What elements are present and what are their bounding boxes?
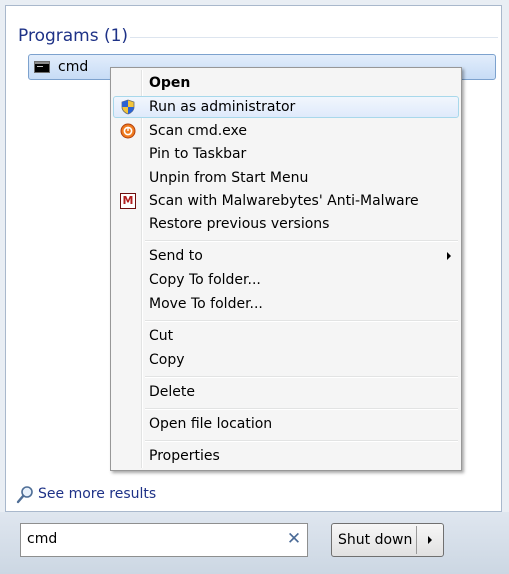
menu-item-scan-with-malwarebytes[interactable]: Scan with Malwarebytes' Anti-Malware	[113, 190, 459, 212]
menu-separator	[145, 408, 458, 410]
shut-down-button[interactable]: Shut down	[331, 523, 444, 557]
section-divider	[130, 37, 498, 38]
chevron-right-icon[interactable]	[417, 524, 443, 556]
menu-item-label: Open file location	[149, 416, 273, 432]
search-input[interactable]: cmd ✕	[20, 523, 308, 557]
menu-separator	[145, 440, 458, 442]
menu-item-open-file-location[interactable]: Open file location	[113, 413, 459, 435]
menu-separator	[145, 320, 458, 322]
menu-item-copy-to-folder[interactable]: Copy To folder...	[113, 269, 459, 291]
menu-item-send-to[interactable]: Send to	[113, 245, 459, 267]
menu-item-label: Restore previous versions	[149, 216, 330, 232]
menu-item-label: Delete	[149, 384, 195, 400]
uac-shield-icon	[121, 99, 135, 115]
menu-separator	[145, 240, 458, 242]
menu-item-label: Move To folder...	[149, 296, 263, 312]
command-prompt-icon	[34, 61, 50, 73]
menu-item-delete[interactable]: Delete	[113, 381, 459, 403]
menu-item-label: Properties	[149, 448, 220, 464]
menu-item-label: Copy To folder...	[149, 272, 261, 288]
menu-item-move-to-folder[interactable]: Move To folder...	[113, 293, 459, 315]
menu-item-unpin-from-start-menu[interactable]: Unpin from Start Menu	[113, 167, 459, 189]
menu-item-restore-previous-versions[interactable]: Restore previous versions	[113, 213, 459, 235]
menu-separator	[145, 376, 458, 378]
menu-item-label: Open	[149, 75, 191, 91]
programs-section-header: Programs (1)	[18, 26, 498, 48]
submenu-arrow-icon	[447, 252, 451, 260]
menu-item-label: Scan cmd.exe	[149, 123, 247, 139]
menu-item-open[interactable]: Open	[113, 72, 459, 94]
menu-item-properties[interactable]: Properties	[113, 445, 459, 467]
context-menu: Open Run as administrator Scan cmd.exe P…	[110, 67, 462, 471]
menu-item-label: Pin to Taskbar	[149, 146, 247, 162]
menu-item-label: Cut	[149, 328, 174, 344]
clear-x-icon[interactable]: ✕	[285, 528, 303, 550]
menu-item-label: Scan with Malwarebytes' Anti-Malware	[149, 193, 419, 209]
menu-item-copy[interactable]: Copy	[113, 349, 459, 371]
shut-down-label: Shut down	[338, 532, 413, 548]
antivirus-scan-icon	[120, 123, 136, 139]
menu-item-label: Send to	[149, 248, 203, 264]
magnifier-icon	[16, 486, 33, 504]
malwarebytes-icon	[120, 193, 136, 209]
menu-item-label: Run as administrator	[149, 99, 296, 115]
menu-item-cut[interactable]: Cut	[113, 325, 459, 347]
menu-item-label: Unpin from Start Menu	[149, 170, 309, 186]
see-more-results-label: See more results	[38, 486, 157, 502]
menu-item-run-as-administrator[interactable]: Run as administrator	[113, 96, 459, 118]
section-title: Programs (1)	[18, 26, 129, 46]
menu-item-scan-cmd[interactable]: Scan cmd.exe	[113, 120, 459, 142]
search-input-value: cmd	[27, 531, 58, 547]
result-item-label: cmd	[58, 59, 89, 75]
menu-item-label: Copy	[149, 352, 185, 368]
menu-item-pin-to-taskbar[interactable]: Pin to Taskbar	[113, 143, 459, 165]
